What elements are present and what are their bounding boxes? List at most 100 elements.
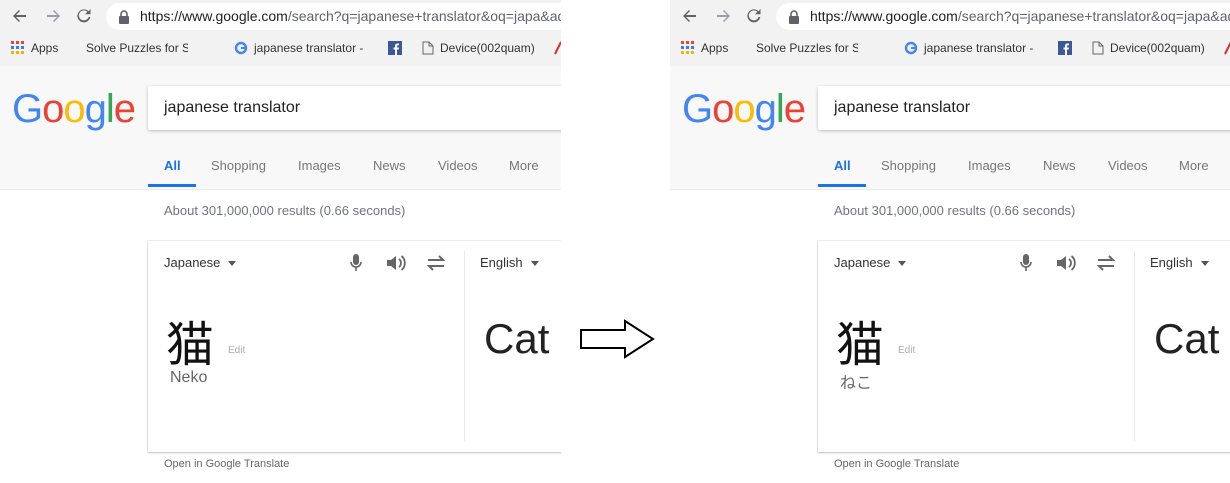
tab-all[interactable]: All <box>834 158 851 173</box>
bookmark-device[interactable]: Device(002quam) <box>1092 39 1210 57</box>
lock-icon <box>119 10 129 24</box>
caret-down-icon <box>898 261 907 267</box>
transliteration: ねこ <box>840 375 873 392</box>
active-tab-indicator <box>818 184 866 187</box>
forward-arrow-icon <box>47 10 60 22</box>
back-button[interactable] <box>678 4 702 28</box>
reload-button[interactable] <box>742 4 766 28</box>
active-tab-indicator <box>148 184 196 187</box>
facebook-icon <box>388 41 402 55</box>
bookmark-japanese-translator[interactable]: japanese translator - <box>234 39 366 57</box>
target-language-select[interactable]: English <box>480 255 539 270</box>
tab-images[interactable]: Images <box>298 158 341 173</box>
address-bar[interactable]: https://www.google.com/search?q=japanese… <box>776 3 1230 30</box>
google-g-icon <box>234 41 248 55</box>
swap-languages-button[interactable] <box>424 251 448 275</box>
microphone-button[interactable] <box>344 251 368 275</box>
tab-more[interactable]: More <box>1179 158 1209 173</box>
bookmarks-bar: Apps Solve Puzzles for Scie japanese tra… <box>670 35 1230 61</box>
lock-icon <box>789 10 799 24</box>
card-divider <box>1134 251 1135 441</box>
tab-images[interactable]: Images <box>968 158 1011 173</box>
reload-button[interactable] <box>72 4 96 28</box>
bookmark-red[interactable] <box>1223 39 1230 57</box>
google-logo[interactable]: Google <box>12 87 136 132</box>
bookmark-facebook[interactable] <box>1058 39 1076 57</box>
url-text: https://www.google.com/search?q=japanese… <box>810 8 1230 24</box>
translated-text: Cat <box>484 315 550 362</box>
source-language-select[interactable]: Japanese <box>164 255 237 270</box>
bookmark-red[interactable] <box>553 39 561 57</box>
apps-grid-icon <box>11 41 24 54</box>
back-button[interactable] <box>8 4 32 28</box>
bookmark-apps[interactable]: Apps <box>681 39 741 57</box>
bookmark-facebook[interactable] <box>388 39 406 57</box>
target-language-select[interactable]: English <box>1150 255 1209 270</box>
reload-icon <box>77 8 91 23</box>
caret-down-icon <box>530 261 539 267</box>
speaker-icon <box>1057 255 1076 271</box>
address-bar[interactable]: https://www.google.com/search?q=japanese… <box>106 3 561 30</box>
google-logo[interactable]: Google <box>682 87 806 132</box>
bookmark-device[interactable]: Device(002quam) <box>422 39 540 57</box>
red-bookmark-icon <box>554 41 561 55</box>
open-google-translate-link[interactable]: Open in Google Translate <box>834 458 959 470</box>
tab-shopping[interactable]: Shopping <box>881 158 936 173</box>
edit-link[interactable]: Edit <box>228 345 245 356</box>
forward-button[interactable] <box>41 4 65 28</box>
source-text: 猫 <box>836 317 885 373</box>
tab-shopping[interactable]: Shopping <box>211 158 266 173</box>
microphone-icon <box>350 254 362 271</box>
translator-card: Japanese English 猫 Edit ねこ Cat <box>818 241 1230 452</box>
edit-link[interactable]: Edit <box>898 345 915 356</box>
listen-button[interactable] <box>384 251 408 275</box>
tab-news[interactable]: News <box>1043 158 1076 173</box>
transliteration: Neko <box>170 369 208 386</box>
bookmark-solve-puzzles[interactable]: Solve Puzzles for Scie <box>80 39 188 57</box>
bookmark-solve-puzzles[interactable]: Solve Puzzles for Scie <box>750 39 858 57</box>
page-icon <box>1092 41 1104 55</box>
source-text: 猫 <box>166 317 215 373</box>
bookmarks-bar: Apps Solve Puzzles for Scie japanese tra… <box>0 35 561 61</box>
browser-toolbar: https://www.google.com/search?q=japanese… <box>670 0 1230 66</box>
tab-news[interactable]: News <box>373 158 406 173</box>
screenshot-after: https://www.google.com/search?q=japanese… <box>670 0 1230 483</box>
translator-card: Japanese English 猫 Edit Neko Cat <box>148 241 561 452</box>
browser-toolbar: https://www.google.com/search?q=japanese… <box>0 0 561 66</box>
result-stats: About 301,000,000 results (0.66 seconds) <box>164 203 406 218</box>
reload-icon <box>747 8 761 23</box>
microphone-icon <box>1020 254 1032 271</box>
forward-arrow-icon <box>717 10 730 22</box>
back-arrow-icon <box>683 10 696 22</box>
source-language-select[interactable]: Japanese <box>834 255 907 270</box>
caret-down-icon <box>1200 261 1209 267</box>
bookmark-japanese-translator[interactable]: japanese translator - <box>904 39 1036 57</box>
swap-arrows-icon <box>426 255 446 271</box>
red-bookmark-icon <box>1224 41 1230 55</box>
translated-text: Cat <box>1154 315 1220 362</box>
forward-button[interactable] <box>711 4 735 28</box>
tab-videos[interactable]: Videos <box>1108 158 1148 173</box>
tab-more[interactable]: More <box>509 158 539 173</box>
search-input[interactable]: japanese translator <box>148 86 561 130</box>
google-g-icon <box>904 41 918 55</box>
screenshot-before: https://www.google.com/search?q=japanese… <box>0 0 561 483</box>
page-icon <box>422 41 434 55</box>
url-text: https://www.google.com/search?q=japanese… <box>140 8 561 24</box>
listen-button[interactable] <box>1054 251 1078 275</box>
open-google-translate-link[interactable]: Open in Google Translate <box>164 458 289 470</box>
speaker-icon <box>387 255 406 271</box>
microphone-button[interactable] <box>1014 251 1038 275</box>
tab-videos[interactable]: Videos <box>438 158 478 173</box>
facebook-icon <box>1058 41 1072 55</box>
card-divider <box>464 251 465 441</box>
apps-grid-icon <box>681 41 694 54</box>
right-arrow-icon <box>580 319 655 359</box>
swap-languages-button[interactable] <box>1094 251 1118 275</box>
bookmark-apps[interactable]: Apps <box>11 39 71 57</box>
back-arrow-icon <box>13 10 26 22</box>
search-input[interactable]: japanese translator <box>818 86 1230 130</box>
search-tabs: All Shopping Images News Videos More <box>0 150 561 188</box>
tab-all[interactable]: All <box>164 158 181 173</box>
search-tabs: All Shopping Images News Videos More <box>670 150 1230 188</box>
